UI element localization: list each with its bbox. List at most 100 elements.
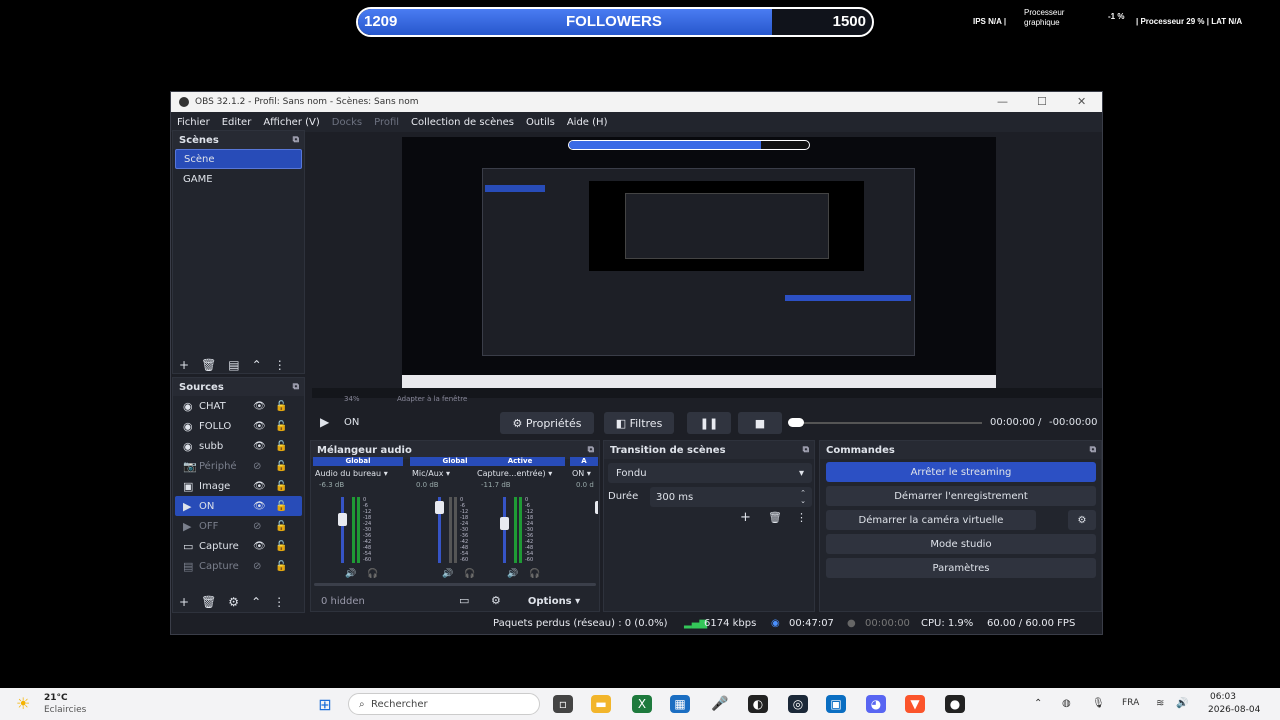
menu-aide[interactable]: Aide (H) [561, 117, 614, 128]
source-item[interactable]: ▣ Image 👁 🔓 [175, 476, 302, 496]
add-icon[interactable]: + [740, 510, 751, 525]
channel-name[interactable]: Audio du bureau ▾ [313, 469, 403, 478]
properties-button[interactable]: ⚙ Propriétés [500, 412, 594, 434]
source-item[interactable]: ▤ Capture ⊘ 🔓 [175, 556, 302, 576]
lock-icon[interactable]: 🔓 [275, 501, 287, 512]
source-item[interactable]: ▶ ON 👁 🔓 [175, 496, 302, 516]
settings-button[interactable]: Paramètres [826, 558, 1096, 578]
task-view-icon[interactable]: ▫ [553, 695, 573, 713]
more-icon[interactable]: ⋮ [273, 595, 285, 609]
source-item[interactable]: ◉ subb 👁 🔓 [175, 436, 302, 456]
stop-button[interactable]: ■ [738, 412, 782, 434]
eye-off-icon[interactable]: ⊘ [253, 461, 261, 472]
duration-input[interactable]: 300 ms ⌃ ⌄ [650, 487, 812, 507]
discord-icon[interactable]: ◕ [866, 695, 886, 713]
volume-slider[interactable] [341, 497, 344, 563]
brave-icon[interactable]: ▼ [905, 695, 925, 713]
studio-mode-button[interactable]: Mode studio [826, 534, 1096, 554]
source-item[interactable]: ◉ FOLLO 👁 🔓 [175, 416, 302, 436]
filter-icon[interactable]: ▤ [228, 358, 239, 372]
recording-app-icon[interactable]: ● [945, 695, 965, 713]
lock-icon[interactable]: 🔓 [275, 541, 287, 552]
lock-icon[interactable]: 🔓 [275, 561, 287, 572]
menu-afficher[interactable]: Afficher (V) [257, 117, 325, 128]
obs-taskbar-icon[interactable]: ◐ [748, 695, 768, 713]
program-preview[interactable] [402, 137, 996, 388]
source-item[interactable]: ▶ OFF ⊘ 🔓 [175, 516, 302, 536]
trash-icon[interactable]: 🗑 [201, 595, 216, 609]
menu-fichier[interactable]: Fichier [171, 117, 216, 128]
lock-icon[interactable]: 🔓 [275, 421, 287, 432]
clock-date[interactable]: 2026-08-04 [1208, 705, 1260, 715]
menu-collection[interactable]: Collection de scènes [405, 117, 520, 128]
volume-slider-handle[interactable] [435, 501, 444, 514]
gear-icon[interactable]: ⚙ [228, 595, 239, 609]
mixer-layout-icon[interactable]: ▭ [459, 594, 469, 607]
weather-icon[interactable]: ☀ [16, 694, 30, 713]
start-recording-button[interactable]: Démarrer l'enregistrement [826, 486, 1096, 506]
mixer-scrollbar[interactable] [314, 583, 596, 586]
add-icon[interactable]: + [179, 358, 189, 372]
seek-handle[interactable] [788, 418, 804, 427]
taskbar-search[interactable]: ⌕ Rechercher [348, 693, 540, 715]
stepper-icon[interactable]: ⌃ ⌄ [800, 489, 806, 505]
menu-docks[interactable]: Docks [326, 117, 368, 128]
volume-icon[interactable]: 🔊 [442, 569, 453, 579]
volume-slider-handle[interactable] [500, 517, 509, 530]
close-icon[interactable]: ✕ [1077, 95, 1086, 108]
menu-outils[interactable]: Outils [520, 117, 561, 128]
undock-icon[interactable]: ⧉ [293, 135, 299, 145]
minimize-icon[interactable]: — [997, 95, 1008, 108]
chevron-up-icon[interactable]: ⌃ [1034, 698, 1042, 709]
filters-button[interactable]: ◧ Filtres [604, 412, 674, 434]
pause-button[interactable]: ❚❚ [687, 412, 731, 434]
volume-icon[interactable]: 🔊 [1176, 698, 1188, 709]
chevron-up-icon[interactable]: ⌃ [252, 358, 262, 372]
seek-track[interactable] [790, 422, 982, 424]
file-explorer-icon[interactable]: ▬ [591, 695, 611, 713]
more-icon[interactable]: ⋮ [796, 511, 807, 524]
volume-slider-handle[interactable] [595, 501, 598, 514]
scene-item[interactable]: GAME [175, 169, 302, 189]
volume-icon[interactable]: 🔊 [345, 569, 356, 579]
eye-icon[interactable]: 👁 [253, 441, 266, 452]
source-item[interactable]: ▭ Capture 👁 🔓 [175, 536, 302, 556]
windows-start-icon[interactable]: ⊞ [315, 695, 335, 714]
channel-name[interactable]: ON ▾ [570, 469, 598, 478]
volume-icon[interactable]: 🔊 [507, 569, 518, 579]
clock-time[interactable]: 06:03 [1210, 692, 1236, 702]
source-item[interactable]: 📷 Périphé ⊘ 🔓 [175, 456, 302, 476]
headphones-icon[interactable]: 🎧 [529, 569, 540, 579]
undock-icon[interactable]: ⧉ [293, 382, 299, 392]
eye-icon[interactable]: 👁 [253, 481, 266, 492]
play-icon[interactable]: ▶ [320, 415, 329, 429]
scene-item[interactable]: Scène [175, 149, 302, 169]
app-x-icon[interactable]: X [632, 695, 652, 713]
eye-off-icon[interactable]: ⊘ [253, 521, 261, 532]
store-icon[interactable]: ▦ [670, 695, 690, 713]
undock-icon[interactable]: ⧉ [588, 445, 594, 455]
stop-streaming-button[interactable]: Arrêter le streaming [826, 462, 1096, 482]
lock-icon[interactable]: 🔓 [275, 521, 287, 532]
eye-icon[interactable]: 👁 [253, 541, 266, 552]
lock-icon[interactable]: 🔓 [275, 481, 287, 492]
trash-icon[interactable]: 🗑 [768, 511, 782, 524]
eye-icon[interactable]: 👁 [253, 421, 266, 432]
headphones-icon[interactable]: 🎧 [464, 569, 475, 579]
channel-name[interactable]: Capture...entrée) ▾ [475, 469, 565, 478]
advanced-audio-icon[interactable]: ⚙ [491, 594, 501, 607]
lock-icon[interactable]: 🔓 [275, 461, 287, 472]
maximize-icon[interactable]: ☐ [1037, 95, 1047, 108]
start-virtualcam-button[interactable]: Démarrer la caméra virtuelle [826, 510, 1036, 530]
eye-off-icon[interactable]: ⊘ [253, 561, 261, 572]
add-icon[interactable]: + [179, 595, 189, 609]
menu-editer[interactable]: Editer [216, 117, 258, 128]
transition-select[interactable]: Fondu ▾ [608, 463, 812, 483]
more-icon[interactable]: ⋮ [274, 358, 286, 372]
wifi-icon[interactable]: ≋ [1156, 698, 1164, 709]
menu-profil[interactable]: Profil [368, 117, 405, 128]
lock-icon[interactable]: 🔓 [275, 441, 287, 452]
options-button[interactable]: Options ▾ [516, 592, 592, 610]
source-item[interactable]: ◉ CHAT 👁 🔓 [175, 396, 302, 416]
microphone-icon[interactable]: 🎤 [710, 695, 730, 713]
